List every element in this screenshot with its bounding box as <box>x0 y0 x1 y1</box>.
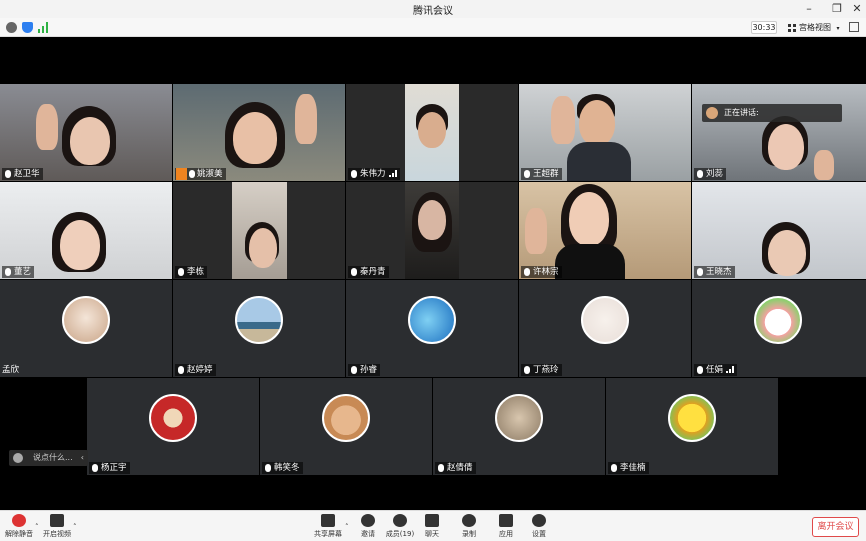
participant-name: 赵卫华 <box>2 168 43 180</box>
video-tile[interactable]: 姚淑美 <box>173 84 345 181</box>
avatar <box>668 394 716 442</box>
chevron-down-icon: ▾ <box>836 25 840 32</box>
signal-icon <box>388 170 397 177</box>
participant-name: 王超群 <box>521 168 562 180</box>
participant-name: 王晓杰 <box>694 266 735 278</box>
avatar <box>706 107 718 119</box>
video-tile[interactable]: 李栋 <box>173 182 345 279</box>
avatar <box>495 394 543 442</box>
video-tile[interactable]: 许林宗 <box>519 182 691 279</box>
chat-input[interactable]: 说点什么... ‹ <box>9 450 88 466</box>
avatar-tile[interactable]: 李佳楠 <box>606 378 778 475</box>
participant-name: 秦丹青 <box>348 266 389 278</box>
share-screen-button[interactable]: 共享屏幕 <box>311 514 345 539</box>
title-bar: 腾讯会议 – ❐ ✕ <box>0 0 866 18</box>
chevron-left-icon[interactable]: ‹ <box>81 450 84 466</box>
participant-name: 李栋 <box>175 266 208 278</box>
avatar <box>62 296 110 344</box>
meeting-toolbar: 解除静音 ˄ 开启视频 ˄ 共享屏幕 ˄ 邀请 成员(19) 聊天 录制 应用 … <box>0 510 866 541</box>
window-title: 腾讯会议 <box>413 6 453 17</box>
participant-name: 孟欣 <box>2 365 20 375</box>
avatar-tile[interactable]: 韩笑冬 <box>260 378 432 475</box>
view-label: 宫格视图 <box>799 23 831 32</box>
add-person-icon <box>361 514 375 527</box>
chevron-up-icon[interactable]: ˄ <box>35 523 39 531</box>
avatar <box>149 394 197 442</box>
video-tile[interactable]: 刘蕊 <box>692 84 866 181</box>
record-icon <box>462 514 476 527</box>
people-icon <box>393 514 407 527</box>
speaking-label: 正在讲话: <box>724 108 759 117</box>
participant-name: 李佳楠 <box>608 462 649 474</box>
participant-name: 韩笑冬 <box>262 462 303 474</box>
chevron-up-icon[interactable]: ˄ <box>345 523 349 531</box>
avatar <box>581 296 629 344</box>
minimize-icon[interactable]: – <box>801 1 817 17</box>
record-button[interactable]: 录制 <box>452 514 486 539</box>
participant-name: 赵倩倩 <box>435 462 476 474</box>
signal-icon <box>726 366 735 373</box>
participant-name: 孙睿 <box>348 364 381 376</box>
settings-button[interactable]: 设置 <box>522 514 556 539</box>
share-screen-icon <box>321 514 335 527</box>
chat-bubble-icon <box>13 453 23 463</box>
participant-name: 姚淑美 <box>175 168 226 180</box>
video-button[interactable]: 开启视频 <box>40 514 74 539</box>
meeting-info-bar: 30:33 宫格视图 ▾ <box>0 18 866 37</box>
close-icon[interactable]: ✕ <box>849 1 865 17</box>
avatar <box>408 296 456 344</box>
fullscreen-icon[interactable] <box>849 22 859 32</box>
chevron-up-icon[interactable]: ˄ <box>73 523 77 531</box>
avatar-tile[interactable]: 孙睿 <box>346 280 518 377</box>
participant-name: 董艺 <box>2 266 35 278</box>
avatar-tile[interactable]: 孟欣 <box>0 280 172 377</box>
info-icon[interactable] <box>6 22 17 33</box>
members-button[interactable]: 成员(19) <box>383 514 417 539</box>
chat-button[interactable]: 聊天 <box>415 514 449 539</box>
mute-button[interactable]: 解除静音 <box>2 514 36 539</box>
chat-placeholder: 说点什么... <box>33 453 73 462</box>
participant-name: 任娟 <box>694 364 738 376</box>
leave-meeting-button[interactable]: 离开会议 <box>812 517 859 537</box>
signal-icon[interactable] <box>38 22 49 33</box>
avatar-tile[interactable]: 任娟 <box>692 280 866 377</box>
chat-icon <box>425 514 439 527</box>
view-toggle-button[interactable]: 宫格视图 ▾ <box>785 20 841 35</box>
participant-name: 丁燕玲 <box>521 364 562 376</box>
participant-name: 赵婷婷 <box>175 364 216 376</box>
apps-button[interactable]: 应用 <box>489 514 523 539</box>
avatar-tile[interactable]: 丁燕玲 <box>519 280 691 377</box>
shield-icon[interactable] <box>22 22 33 33</box>
video-tile[interactable]: 王晓杰 <box>692 182 866 279</box>
avatar <box>235 296 283 344</box>
participant-name: 朱伟力 <box>348 168 400 180</box>
participant-name: 杨正宇 <box>89 462 130 474</box>
avatar-tile[interactable]: 赵婷婷 <box>173 280 345 377</box>
invite-button[interactable]: 邀请 <box>351 514 385 539</box>
camera-icon <box>50 514 64 527</box>
avatar <box>754 296 802 344</box>
participant-name: 刘蕊 <box>694 168 727 180</box>
restore-icon[interactable]: ❐ <box>829 1 845 17</box>
gear-icon <box>532 514 546 527</box>
avatar-tile[interactable]: 杨正宇 <box>87 378 259 475</box>
mic-muted-icon <box>12 514 26 527</box>
meeting-timer: 30:33 <box>751 21 777 34</box>
video-tile[interactable]: 赵卫华 <box>0 84 172 181</box>
apps-icon <box>499 514 513 527</box>
speaking-indicator: 正在讲话: <box>702 104 842 122</box>
video-tile[interactable]: 朱伟力 <box>346 84 518 181</box>
participant-name: 许林宗 <box>521 266 562 278</box>
video-tile[interactable]: 秦丹青 <box>346 182 518 279</box>
avatar <box>322 394 370 442</box>
grid-icon <box>788 24 796 32</box>
video-tile[interactable]: 董艺 <box>0 182 172 279</box>
video-tile[interactable]: 王超群 <box>519 84 691 181</box>
avatar-tile[interactable]: 赵倩倩 <box>433 378 605 475</box>
